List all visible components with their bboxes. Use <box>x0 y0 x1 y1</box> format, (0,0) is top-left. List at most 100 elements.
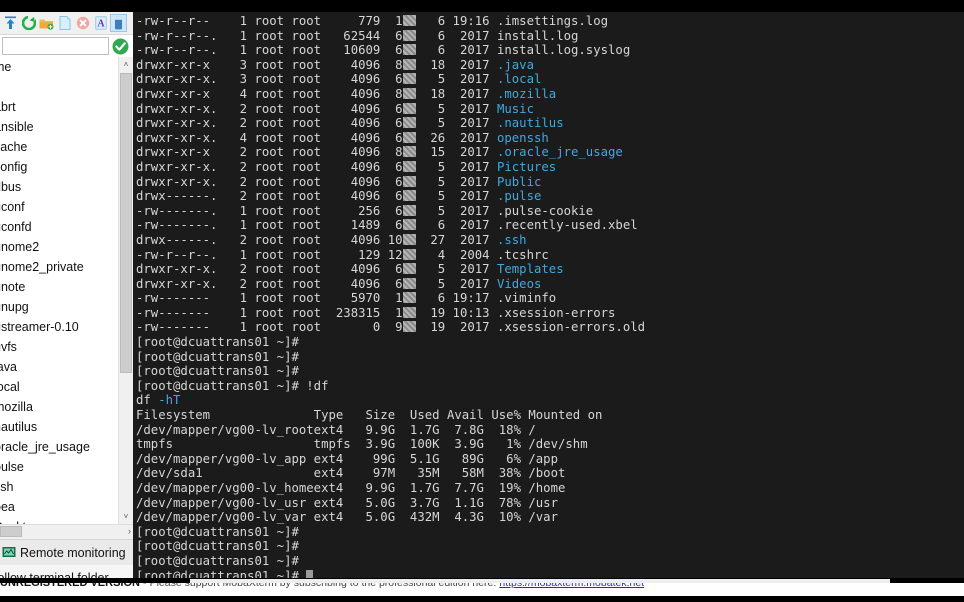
list-item[interactable]: mozilla <box>0 397 118 417</box>
list-item[interactable]: pulse <box>0 457 118 477</box>
list-item[interactable]: dbus <box>0 177 118 197</box>
scroll-down-arrow-icon[interactable]: ˅ <box>119 509 133 524</box>
terminal-listing-row: -rw-r--r--. 1 root root 62544 6 6 2017 i… <box>136 28 579 43</box>
window-bottom-crop <box>0 596 964 602</box>
permissions-icon[interactable] <box>110 14 127 32</box>
list-item[interactable]: gnome2 <box>0 237 118 257</box>
list-item-label: gstreamer-0.10 <box>0 320 79 334</box>
remote-monitoring-row[interactable]: Remote monitoring <box>0 539 133 567</box>
list-item[interactable]: nautilus <box>0 417 118 437</box>
sftp-horizontal-scrollbar[interactable]: › <box>0 524 133 539</box>
delete-icon[interactable] <box>74 14 91 32</box>
upload-icon[interactable] <box>2 14 19 32</box>
terminal-listing-row: drwx------. 2 root root 4096 10 27 2017 … <box>136 232 527 247</box>
refresh-icon[interactable] <box>20 14 37 32</box>
sftp-file-list[interactable]: . abrt ansible cache config dbus gconf gconfd gn… <box>0 77 118 524</box>
redaction-block <box>402 44 416 56</box>
list-item-label: gnome2_private <box>0 260 84 274</box>
mobaxterm-link[interactable]: https://mobaxterm.mobatek.net <box>499 583 644 589</box>
status-separator: - <box>143 583 147 589</box>
confirm-path-icon[interactable] <box>111 37 130 56</box>
redaction-block <box>402 190 416 202</box>
terminal-prompt-line: [root@dcuattrans01 ~]# <box>136 524 299 539</box>
df-table-row: /dev/mapper/vg00-lv_var ext4 5.0G 432M 4… <box>136 510 558 525</box>
list-item-label: cache <box>0 140 28 154</box>
scrollbar-thumb[interactable] <box>120 73 132 373</box>
list-item[interactable]: gvfs <box>0 337 118 357</box>
list-item[interactable]: ssh <box>0 477 118 497</box>
list-item-label: abrt <box>0 100 16 114</box>
terminal-listing-row: drwxr-xr-x 4 root root 4096 8 18 2017 .m… <box>136 86 557 101</box>
list-item-label: java <box>0 360 17 374</box>
terminal-listing-row: -rw-r--r--. 1 root root 10609 6 6 2017 i… <box>136 43 631 58</box>
redaction-block <box>402 87 416 99</box>
list-item-label: gnupg <box>0 300 29 314</box>
list-item-label: gnome2 <box>0 240 40 254</box>
list-item-label: mozilla <box>0 400 33 414</box>
list-item[interactable]: gnote <box>0 277 118 297</box>
terminal-listing-row: drwxr-xr-x. 2 root root 4096 6 5 2017 .n… <box>136 116 564 131</box>
df-table-header: Filesystem Type Size Used Avail Use% Mou… <box>136 408 603 423</box>
terminal-listing-row: drwxr-xr-x. 3 root root 4096 6 5 2017 .l… <box>136 72 542 87</box>
terminal-listing-row: drwxr-xr-x. 2 root root 4096 6 5 2017 Pi… <box>136 159 557 174</box>
list-item[interactable]: abrt <box>0 97 118 117</box>
terminal-command-line: df -hT <box>136 393 181 408</box>
terminal-listing-row: -rw-r--r-- 1 root root 779 1 6 19:16 .im… <box>136 14 609 28</box>
new-folder-icon[interactable] <box>38 14 55 32</box>
list-item[interactable]: local <box>0 377 118 397</box>
df-table-row: /dev/mapper/vg00-lv_usr ext4 5.0G 3.7G 1… <box>136 495 558 510</box>
list-item[interactable]: ansible <box>0 117 118 137</box>
list-item[interactable]: gstreamer-0.10 <box>0 317 118 337</box>
list-item[interactable]: Desktop <box>0 517 118 524</box>
redaction-block <box>402 204 416 216</box>
redaction-block <box>402 233 416 245</box>
redaction-block <box>402 306 416 318</box>
list-item[interactable]: . <box>0 77 118 97</box>
sftp-toolbar: A <box>0 12 133 35</box>
scroll-up-arrow-icon[interactable]: ˄ <box>119 57 133 72</box>
hscrollbar-thumb[interactable] <box>0 526 22 537</box>
sftp-vertical-scrollbar[interactable]: ˄ ˅ <box>118 57 133 524</box>
terminal-listing-row: drwxr-xr-x. 4 root root 4096 6 26 2017 o… <box>136 130 549 145</box>
status-message: Please support MobaXterm by subscribing … <box>149 583 497 589</box>
new-file-icon[interactable] <box>56 14 73 32</box>
list-item[interactable]: oracle_jre_usage <box>0 437 118 457</box>
terminal-listing-row: drwxr-xr-x 2 root root 4096 8 15 2017 .o… <box>136 145 623 160</box>
list-item[interactable]: gconfd <box>0 217 118 237</box>
terminal-listing-row: drwx------. 2 root root 4096 6 5 2017 .p… <box>136 189 542 204</box>
unregistered-version-label: UNREGISTERED VERSION <box>0 583 140 589</box>
list-item[interactable]: java <box>0 357 118 377</box>
list-item[interactable]: gnome2_private <box>0 257 118 277</box>
redaction-block <box>402 277 416 289</box>
terminal-listing-row: -rw------- 1 root root 5970 1 6 19:17 .v… <box>136 291 557 306</box>
rename-icon[interactable]: A <box>92 14 109 32</box>
list-item-label: oracle_jre_usage <box>0 440 90 454</box>
terminal-listing-row: -rw-------. 1 root root 256 6 5 2017 .pu… <box>136 203 594 218</box>
redaction-block <box>402 175 416 187</box>
redaction-block <box>402 321 416 333</box>
list-item-label: config <box>0 160 28 174</box>
df-table-row: tmpfs tmpfs 3.9G 100K 3.9G 1% /dev/shm <box>136 437 588 452</box>
redaction-block <box>402 219 416 231</box>
redaction-block <box>402 102 416 114</box>
list-item-label: ansible <box>0 120 34 134</box>
file-column-header[interactable]: me <box>0 57 118 77</box>
hscroll-right-arrow-icon[interactable]: › <box>128 525 131 538</box>
df-table-row: /dev/mapper/vg00-lv_homeext4 9.9G 1.7G 7… <box>136 481 566 495</box>
list-item[interactable]: cache <box>0 137 118 157</box>
list-item-label: pulse <box>0 460 24 474</box>
list-item[interactable]: oea <box>0 497 118 517</box>
list-item-label: local <box>0 380 20 394</box>
sftp-path-input[interactable] <box>2 37 109 55</box>
list-item-label: gvfs <box>0 340 17 354</box>
sftp-path-row <box>0 35 133 58</box>
status-bar: UNREGISTERED VERSION - Please support Mo… <box>0 583 964 596</box>
terminal-prompt-line: [root@dcuattrans01 ~]# <box>136 335 299 350</box>
list-item[interactable]: gconf <box>0 197 118 217</box>
terminal-output[interactable]: -rw-r--r-- 1 root root 779 1 6 19:16 .im… <box>133 12 964 590</box>
redaction-block <box>402 146 416 158</box>
list-item-label: gnote <box>0 280 26 294</box>
list-item[interactable]: config <box>0 157 118 177</box>
file-column-header-label: me <box>0 60 12 74</box>
list-item[interactable]: gnupg <box>0 297 118 317</box>
